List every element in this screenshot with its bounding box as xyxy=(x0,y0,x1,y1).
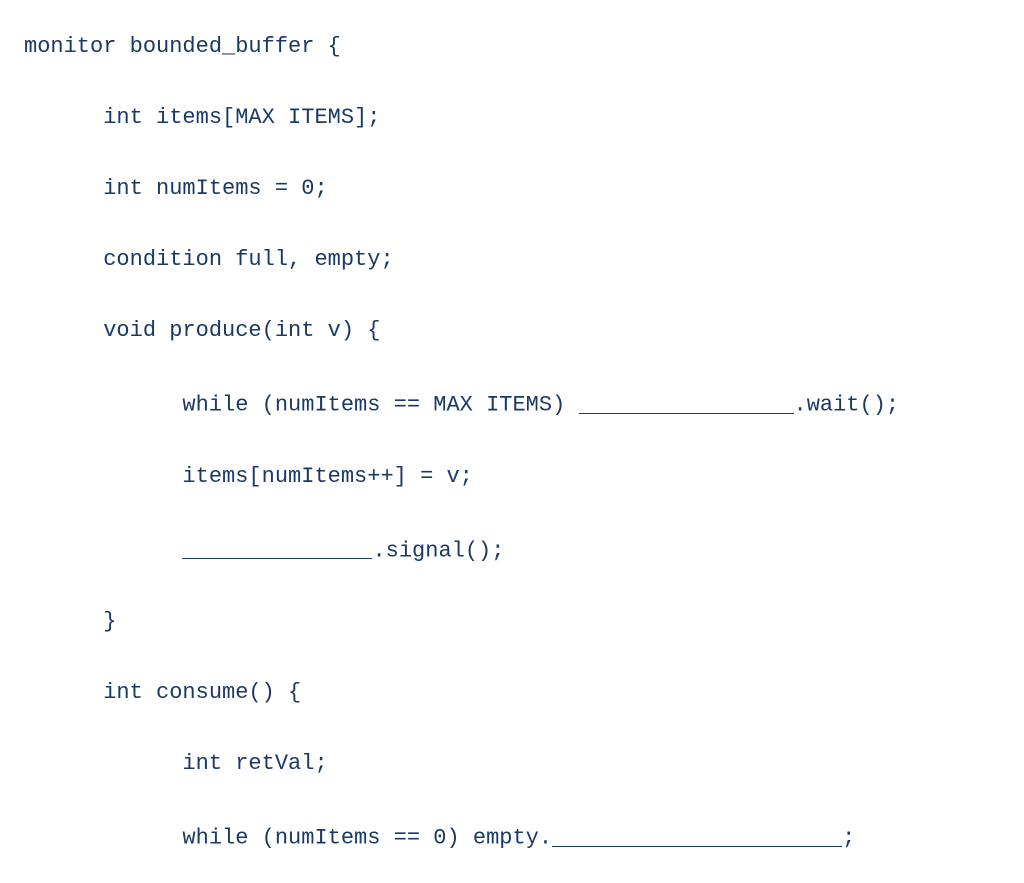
code-line: void produce(int v) { xyxy=(24,320,1024,342)
code-line: } xyxy=(24,611,1024,633)
fill-blank[interactable] xyxy=(579,394,794,414)
code-line: int items[MAX ITEMS]; xyxy=(24,107,1024,129)
fill-blank[interactable] xyxy=(552,827,842,847)
code-text: while (numItems == 0) empty. xyxy=(24,826,552,851)
code-line: monitor bounded_buffer { xyxy=(24,36,1024,58)
code-line: int consume() { xyxy=(24,682,1024,704)
code-text: .wait(); xyxy=(794,393,900,418)
code-text: while (numItems == MAX ITEMS) xyxy=(24,393,579,418)
code-text: .signal(); xyxy=(372,538,504,563)
code-line: items[numItems++] = v; xyxy=(24,466,1024,488)
code-block: monitor bounded_buffer { int items[MAX I… xyxy=(0,0,1024,883)
code-line: while (numItems == 0) empty.; xyxy=(24,824,1024,850)
code-line: while (numItems == MAX ITEMS) .wait(); xyxy=(24,391,1024,417)
code-line: int retVal; xyxy=(24,753,1024,775)
code-line: condition full, empty; xyxy=(24,249,1024,271)
code-line: .signal(); xyxy=(24,537,1024,563)
code-line: int numItems = 0; xyxy=(24,178,1024,200)
fill-blank[interactable] xyxy=(182,540,372,560)
code-text xyxy=(24,538,182,563)
code-text: ; xyxy=(842,826,855,851)
